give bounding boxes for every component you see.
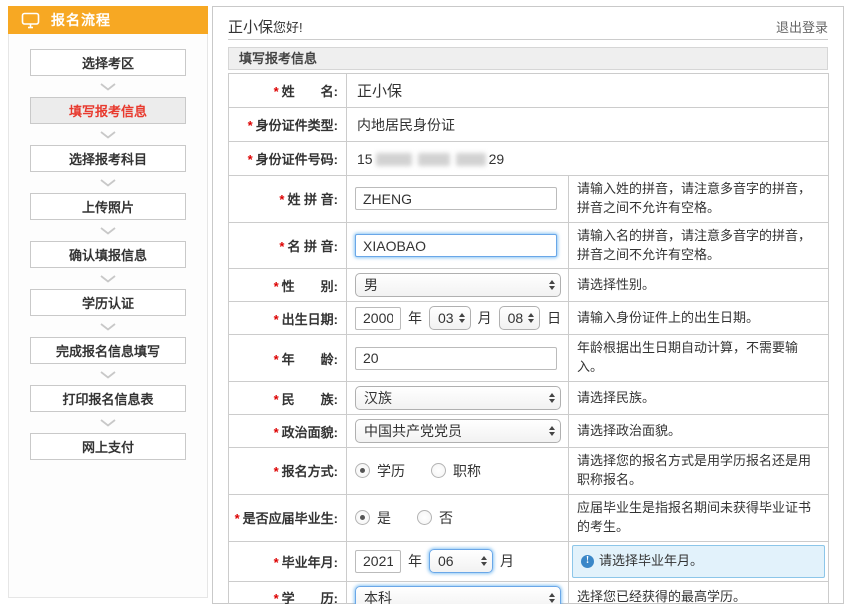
surname-pinyin-hint: 请输入姓的拼音，请注意多音字的拼音，拼音之间不允许有空格。 bbox=[569, 176, 829, 223]
givenname-pinyin-input[interactable] bbox=[355, 234, 557, 257]
political-status-select[interactable]: 中国共产党党员 bbox=[355, 419, 561, 443]
select-arrows-icon bbox=[549, 393, 555, 403]
chevron-down-icon bbox=[100, 179, 116, 187]
id-type-label: 身份证件类型: bbox=[256, 118, 338, 133]
masked-digits bbox=[376, 153, 412, 166]
table-row: *学 历: 本科 选择您已经获得的最高学历。 bbox=[229, 581, 829, 604]
sidebar-title: 报名流程 bbox=[51, 10, 111, 30]
fresh-graduate-yes-radio[interactable] bbox=[355, 510, 370, 525]
table-row: *名 拼 音: 请输入名的拼音，请注意多音字的拼音，拼音之间不允许有空格。 bbox=[229, 222, 829, 269]
select-arrows-icon bbox=[549, 426, 555, 436]
table-row: *民 族: 汉族 请选择民族。 bbox=[229, 382, 829, 415]
method-title-radio[interactable] bbox=[431, 463, 446, 478]
logout-link[interactable]: 退出登录 bbox=[776, 17, 828, 36]
select-arrows-icon bbox=[549, 280, 555, 290]
step-print-form[interactable]: 打印报名信息表 bbox=[30, 385, 186, 412]
table-row: *身份证件号码: 1529 bbox=[229, 142, 829, 176]
method-degree-radio[interactable] bbox=[355, 463, 370, 478]
ethnicity-label: 民 族: bbox=[282, 392, 338, 407]
fresh-graduate-label: 是否应届毕业生: bbox=[243, 511, 338, 526]
sidebar-header: 报名流程 bbox=[8, 6, 208, 34]
surname-pinyin-input[interactable] bbox=[355, 187, 557, 210]
givenname-pinyin-hint: 请输入名的拼音，请注意多音字的拼音，拼音之间不允许有空格。 bbox=[569, 222, 829, 269]
step-upload-photo[interactable]: 上传照片 bbox=[30, 193, 186, 220]
id-number-label: 身份证件号码: bbox=[256, 152, 338, 167]
masked-digits bbox=[456, 153, 486, 166]
chevron-down-icon bbox=[100, 131, 116, 139]
table-row: *报名方式: 学历 职称 请选择您的报名方式是用学历报名还是用职称报名。 bbox=[229, 448, 829, 495]
select-arrows-icon bbox=[549, 593, 555, 603]
select-arrows-icon bbox=[481, 556, 487, 566]
givenname-pinyin-label: 名 拼 音: bbox=[287, 239, 338, 254]
education-level-select[interactable]: 本科 bbox=[355, 586, 561, 604]
birthdate-label: 出生日期: bbox=[282, 312, 338, 327]
chevron-down-icon bbox=[100, 419, 116, 427]
id-number-value: 1529 bbox=[347, 142, 829, 176]
age-label: 年 龄: bbox=[282, 352, 338, 367]
name-value: 正小保 bbox=[347, 74, 829, 108]
user-name: 正小保 bbox=[228, 19, 273, 36]
masked-digits bbox=[418, 153, 450, 166]
registration-method-label: 报名方式: bbox=[282, 464, 338, 479]
step-confirm-info[interactable]: 确认填报信息 bbox=[30, 241, 186, 268]
surname-pinyin-label: 姓 拼 音: bbox=[287, 192, 338, 207]
gender-label: 性 别: bbox=[282, 279, 338, 294]
main-header: 正小保您好! 退出登录 bbox=[228, 13, 828, 40]
birth-year-input[interactable] bbox=[355, 307, 401, 330]
political-status-label: 政治面貌: bbox=[282, 425, 338, 440]
registration-method-hint: 请选择您的报名方式是用学历报名还是用职称报名。 bbox=[569, 448, 829, 495]
info-icon bbox=[581, 555, 594, 568]
birth-month-select[interactable]: 03 bbox=[429, 306, 471, 330]
sidebar: 报名流程 选择考区 填写报考信息 选择报考科目 上传照片 确认填报信息 学历认证… bbox=[8, 6, 208, 598]
monitor-icon bbox=[21, 12, 40, 29]
select-arrows-icon bbox=[459, 313, 465, 323]
ethnicity-hint: 请选择民族。 bbox=[569, 382, 829, 415]
select-arrows-icon bbox=[528, 313, 534, 323]
birth-day-select[interactable]: 08 bbox=[499, 306, 541, 330]
table-row: *姓 名: 正小保 bbox=[229, 74, 829, 108]
education-level-hint: 选择您已经获得的最高学历。 bbox=[569, 581, 829, 604]
id-type-value: 内地居民身份证 bbox=[347, 108, 829, 142]
table-row: *毕业年月: 年 06 月 请选择毕业年月。 bbox=[229, 541, 829, 581]
name-label: 姓 名: bbox=[282, 84, 338, 99]
registration-form-table: *姓 名: 正小保 *身份证件类型: 内地居民身份证 *身份证件号码: 1529… bbox=[228, 73, 829, 604]
graduation-date-warning: 请选择毕业年月。 bbox=[572, 545, 825, 578]
birthdate-hint: 请输入身份证件上的出生日期。 bbox=[569, 302, 829, 335]
political-status-hint: 请选择政治面貌。 bbox=[569, 415, 829, 448]
table-row: *出生日期: 年 03 月 08 日 请输入身份证件上的出生日期。 bbox=[229, 302, 829, 335]
main-panel: 正小保您好! 退出登录 填写报考信息 *姓 名: 正小保 *身份证件类型: 内地… bbox=[212, 6, 844, 604]
ethnicity-select[interactable]: 汉族 bbox=[355, 386, 561, 410]
chevron-down-icon bbox=[100, 227, 116, 235]
fresh-graduate-no-radio[interactable] bbox=[417, 510, 432, 525]
age-hint: 年龄根据出生日期自动计算，不需要输入。 bbox=[569, 335, 829, 382]
age-input[interactable] bbox=[355, 347, 557, 370]
step-complete-registration[interactable]: 完成报名信息填写 bbox=[30, 337, 186, 364]
chevron-down-icon bbox=[100, 371, 116, 379]
table-row: *是否应届毕业生: 是 否 应届毕业生是指报名期间未获得毕业证书的考生。 bbox=[229, 494, 829, 541]
education-level-label: 学 历: bbox=[282, 591, 338, 604]
step-online-payment[interactable]: 网上支付 bbox=[30, 433, 186, 460]
section-title: 填写报考信息 bbox=[228, 47, 828, 70]
registration-page: 报名流程 选择考区 填写报考信息 选择报考科目 上传照片 确认填报信息 学历认证… bbox=[0, 0, 854, 604]
chevron-down-icon bbox=[100, 83, 116, 91]
gender-hint: 请选择性别。 bbox=[569, 269, 829, 302]
table-row: *政治面貌: 中国共产党党员 请选择政治面貌。 bbox=[229, 415, 829, 448]
table-row: *性 别: 男 请选择性别。 bbox=[229, 269, 829, 302]
step-education-verification[interactable]: 学历认证 bbox=[30, 289, 186, 316]
table-row: *身份证件类型: 内地居民身份证 bbox=[229, 108, 829, 142]
table-row: *姓 拼 音: 请输入姓的拼音，请注意多音字的拼音，拼音之间不允许有空格。 bbox=[229, 176, 829, 223]
gender-select[interactable]: 男 bbox=[355, 273, 561, 297]
table-row: *年 龄: 年龄根据出生日期自动计算，不需要输入。 bbox=[229, 335, 829, 382]
greeting: 正小保您好! bbox=[228, 16, 303, 37]
step-select-subjects[interactable]: 选择报考科目 bbox=[30, 145, 186, 172]
fresh-graduate-hint: 应届毕业生是指报名期间未获得毕业证书的考生。 bbox=[569, 494, 829, 541]
graduation-year-input[interactable] bbox=[355, 550, 401, 573]
chevron-down-icon bbox=[100, 275, 116, 283]
graduation-date-label: 毕业年月: bbox=[282, 555, 338, 570]
step-select-exam-area[interactable]: 选择考区 bbox=[30, 49, 186, 76]
graduation-month-select[interactable]: 06 bbox=[429, 549, 493, 573]
step-fill-info[interactable]: 填写报考信息 bbox=[30, 97, 186, 124]
steps-list: 选择考区 填写报考信息 选择报考科目 上传照片 确认填报信息 学历认证 完成报名… bbox=[9, 34, 207, 460]
chevron-down-icon bbox=[100, 323, 116, 331]
